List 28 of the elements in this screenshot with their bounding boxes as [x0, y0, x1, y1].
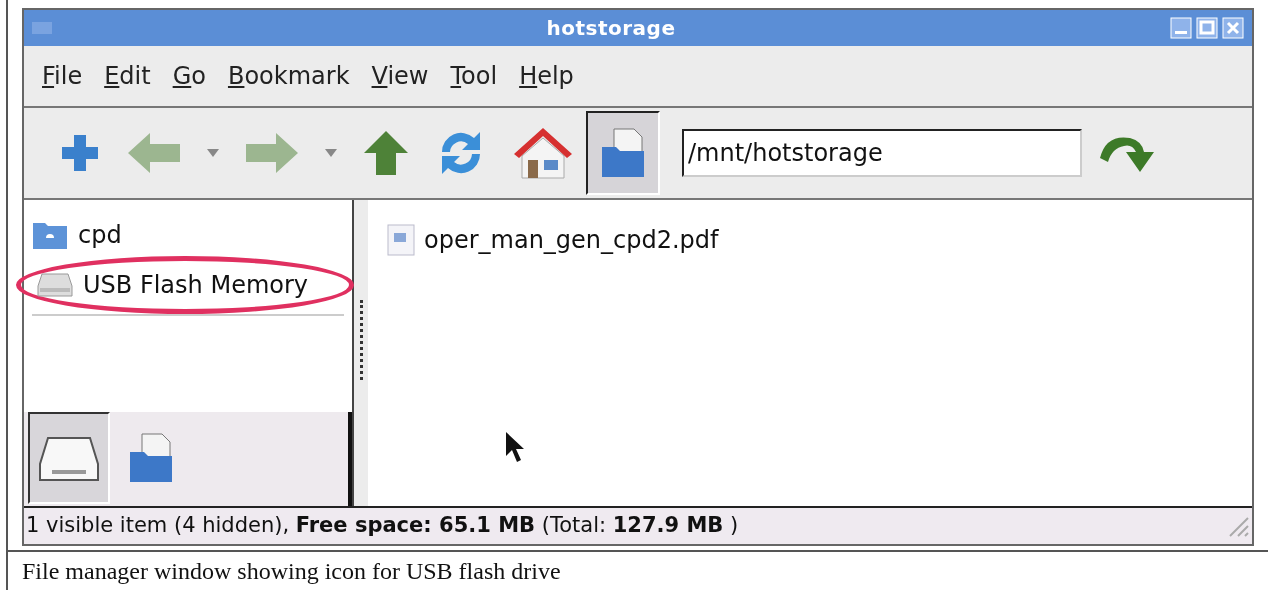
- figure-caption: File manager window showing icon for USB flash drive: [8, 550, 1268, 590]
- menu-item[interactable]: Go: [172, 58, 206, 94]
- drive-tab[interactable]: [28, 412, 110, 504]
- folder-button[interactable]: [586, 111, 660, 195]
- document-icon: [386, 223, 416, 257]
- pdf-file-entry[interactable]: oper_man_gen_cpd2.pdf: [386, 222, 719, 258]
- window-title: hotstorage: [545, 15, 677, 42]
- menu-item[interactable]: Help: [519, 58, 574, 94]
- menu-item[interactable]: Tool: [450, 58, 498, 94]
- menu-item[interactable]: Bookmark: [227, 58, 350, 94]
- house-icon: [512, 126, 574, 180]
- up-arrow-icon: [362, 129, 410, 177]
- mouse-cursor-icon: [504, 430, 526, 464]
- drive-icon: [37, 272, 73, 298]
- menu-item[interactable]: View: [371, 58, 429, 94]
- minimize-icon[interactable]: [1170, 17, 1192, 39]
- status-text: 1 visible item (4 hidden), Free space: 65.1 MB (Total: 127.9 MB ): [26, 512, 740, 540]
- app-icon: [32, 21, 52, 35]
- maximize-icon[interactable]: [1196, 17, 1218, 39]
- forward-arrow-icon: [244, 131, 300, 175]
- menu-item[interactable]: File: [42, 58, 83, 94]
- menu-item[interactable]: Edit: [104, 58, 151, 94]
- close-icon[interactable]: [1222, 17, 1244, 39]
- folder-icon: [32, 220, 68, 250]
- back-arrow-icon: [126, 131, 182, 175]
- location-field[interactable]: /mnt/hotstorage: [682, 129, 1082, 177]
- caret-icon: [206, 148, 220, 158]
- caret-icon: [324, 148, 338, 158]
